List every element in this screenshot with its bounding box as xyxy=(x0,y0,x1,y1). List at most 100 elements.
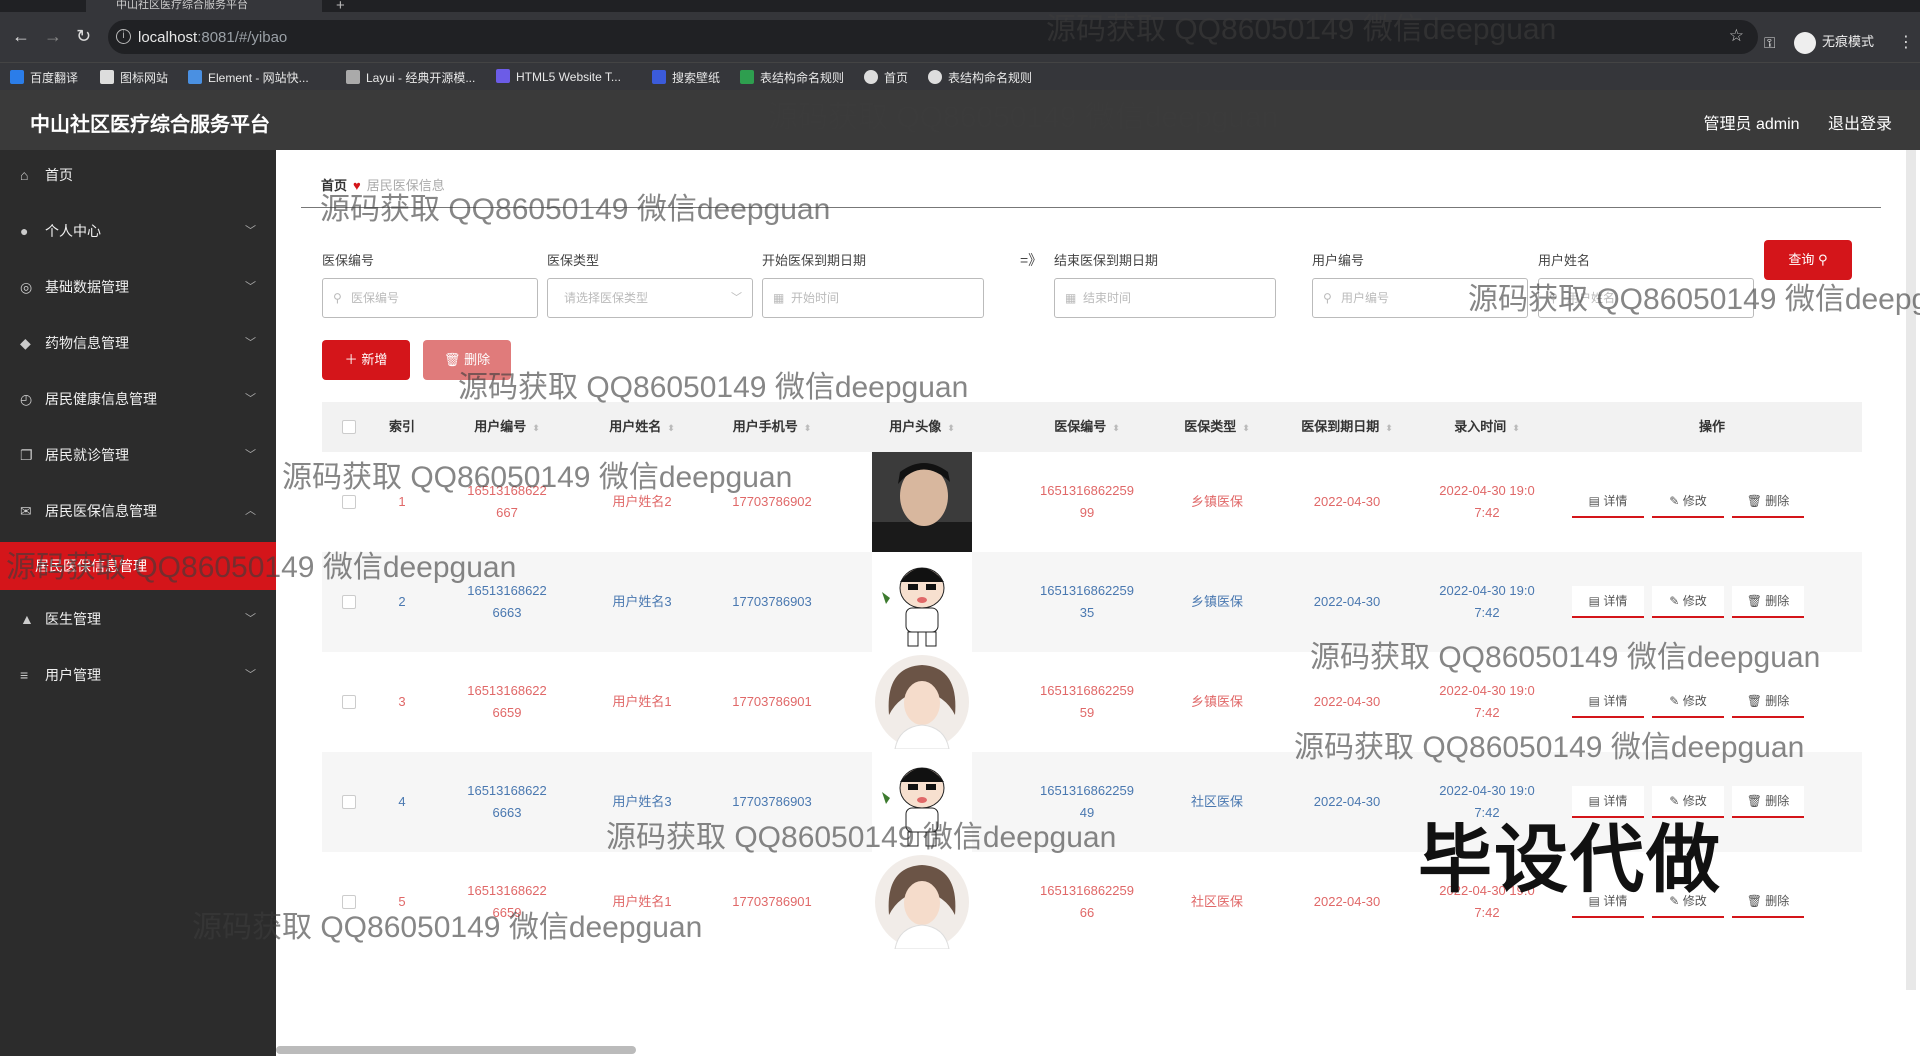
th-user-no[interactable]: 用户编号 ⬍ xyxy=(442,402,572,452)
cell-type: 社区医保 xyxy=(1190,894,1243,909)
trash-icon: 🗑︎ xyxy=(443,352,461,367)
add-button[interactable]: ＋ 新增 xyxy=(322,340,410,380)
user-no-input[interactable]: ⚲ 用户编号 xyxy=(1312,278,1528,318)
bookmark-item[interactable]: 表结构命名规则 xyxy=(740,69,844,86)
row-checkbox[interactable] xyxy=(342,895,356,909)
cell-user-name: 用户姓名1 xyxy=(612,894,672,909)
row-checkbox[interactable] xyxy=(342,495,356,509)
delete-button[interactable]: 🗑︎ 删除 xyxy=(1732,886,1804,918)
table-row[interactable]: 3 165131686226659 用户姓名1 17703786901 16513168… xyxy=(322,652,1862,752)
avatar xyxy=(872,552,972,652)
bookmark-item[interactable]: 百度翻译 xyxy=(10,69,78,86)
delete-button[interactable]: 🗑︎ 删除 xyxy=(1732,786,1804,818)
more-menu-icon[interactable]: ⋮ xyxy=(1898,32,1914,52)
globe-icon: ◎ xyxy=(20,279,33,295)
th-phone[interactable]: 用户手机号 ⬍ xyxy=(707,402,837,452)
bookmark-star-icon[interactable]: ☆ xyxy=(1729,26,1744,46)
watermark-big: 毕设代做 xyxy=(1418,818,1722,901)
detail-button[interactable]: ▤ 详情 xyxy=(1572,686,1644,718)
reload-icon[interactable]: ↻ xyxy=(76,26,91,46)
layui-icon xyxy=(346,70,360,84)
sidebar-item-profile[interactable]: ● 个人中心 ﹀ xyxy=(0,206,276,256)
pill-icon: ◆ xyxy=(20,335,31,351)
search-icon: ⚲ xyxy=(1323,291,1332,305)
sidebar-item-drugs[interactable]: ◆ 药物信息管理 ﹀ xyxy=(0,318,276,368)
end-date-input[interactable]: ▦ 结束时间 xyxy=(1054,278,1276,318)
pencil-icon: ✎ xyxy=(1669,694,1680,708)
bookmark-item[interactable]: HTML5 Website T... xyxy=(496,69,621,84)
sidebar-item-visits[interactable]: ❐ 居民就诊管理 ﹀ xyxy=(0,430,276,480)
th-created[interactable]: 录入时间 ⬍ xyxy=(1422,402,1552,452)
sidebar-item-basic-data[interactable]: ◎ 基础数据管理 ﹀ xyxy=(0,262,276,312)
user-name-input[interactable]: ⚲ 用户姓名 xyxy=(1538,278,1754,318)
sort-icon: ⬍ xyxy=(1242,423,1250,433)
bookmark-item[interactable]: 图标网站 xyxy=(100,69,168,86)
vertical-scrollbar[interactable] xyxy=(1906,150,1916,990)
detail-button[interactable]: ▤ 详情 xyxy=(1572,486,1644,518)
browser-tab[interactable]: 中山社区医疗综合服务平台 xyxy=(86,0,322,12)
horizontal-scrollbar[interactable] xyxy=(276,1046,636,1054)
sort-icon: ⬍ xyxy=(1112,423,1120,433)
bookmark-item[interactable]: 搜索壁纸 xyxy=(652,69,720,86)
table-row[interactable]: 1 16513168622667 用户姓名2 17703786902 165131686… xyxy=(322,452,1862,552)
thumb-icon: ▲ xyxy=(20,611,34,627)
table-row[interactable]: 2 165131686226663 用户姓名3 17703786903 16513168… xyxy=(322,552,1862,652)
url-input[interactable]: i localhost:8081/#/yibao ☆ xyxy=(108,20,1758,54)
cell-index: 1 xyxy=(398,494,406,509)
query-button[interactable]: 查询 ⚲ xyxy=(1764,240,1852,280)
sidebar-item-home[interactable]: ⌂ 首页 xyxy=(0,150,276,200)
cell-expire: 2022-04-30 xyxy=(1313,494,1381,509)
sort-icon: ⬍ xyxy=(803,423,812,433)
cell-user-no: 16513168622667 xyxy=(467,483,547,520)
edit-button[interactable]: ✎ 修改 xyxy=(1652,686,1724,718)
forward-icon[interactable]: → xyxy=(44,26,62,46)
th-type[interactable]: 医保类型 ⬍ xyxy=(1162,402,1272,452)
bookmark-item[interactable]: Layui - 经典开源模... xyxy=(346,69,475,86)
flag-icon xyxy=(100,70,114,84)
delete-button[interactable]: 🗑︎ 删除 xyxy=(1732,586,1804,618)
cell-created: 2022-04-30 19:07:42 xyxy=(1439,683,1535,720)
select-all-checkbox[interactable] xyxy=(342,420,356,434)
th-user-name[interactable]: 用户姓名 ⬍ xyxy=(577,402,707,452)
key-icon[interactable]: ⚿ xyxy=(1764,35,1775,52)
start-date-input[interactable]: ▦ 开始时间 xyxy=(762,278,984,318)
breadcrumb-home[interactable]: 首页 xyxy=(321,178,347,193)
bookmark-item[interactable]: Element - 网站快... xyxy=(188,69,309,86)
search-icon: ⚲ xyxy=(333,291,342,305)
logout-link[interactable]: 退出登录 xyxy=(1828,116,1892,133)
cell-created: 2022-04-30 19:07:42 xyxy=(1439,483,1535,520)
delete-button[interactable]: 🗑︎ 删除 xyxy=(1732,486,1804,518)
back-icon[interactable]: ← xyxy=(12,26,30,46)
bookmark-item[interactable]: 首页 xyxy=(864,69,908,86)
globe-icon xyxy=(864,70,878,84)
delete-button[interactable]: 🗑︎ 删除 xyxy=(1732,686,1804,718)
yibao-no-input[interactable]: ⚲ 医保编号 xyxy=(322,278,538,318)
type-label: 医保类型 xyxy=(547,253,600,268)
cell-yibao-no: 165131686225966 xyxy=(1039,883,1134,920)
row-checkbox[interactable] xyxy=(342,695,356,709)
cell-user-name: 用户姓名3 xyxy=(612,794,672,809)
incognito-indicator[interactable]: 无痕模式 xyxy=(1794,30,1874,54)
sidebar-item-insurance[interactable]: ✉ 居民医保信息管理 ︿ xyxy=(0,486,276,536)
bookmark-item[interactable]: 表结构命名规则 xyxy=(928,69,1032,86)
info-icon[interactable]: i xyxy=(116,29,131,44)
sidebar-item-health[interactable]: ◴ 居民健康信息管理 ﹀ xyxy=(0,374,276,424)
type-select[interactable]: 请选择医保类型 ﹀ xyxy=(547,278,753,318)
th-avatar[interactable]: 用户头像 ⬍ xyxy=(852,402,992,452)
th-yibao-no[interactable]: 医保编号 ⬍ xyxy=(1012,402,1162,452)
cell-expire: 2022-04-30 xyxy=(1313,694,1381,709)
chevron-down-icon: ﹀ xyxy=(245,393,256,405)
sidebar-subitem-insurance-info[interactable]: 居民医保信息管理 xyxy=(0,542,276,590)
row-checkbox[interactable] xyxy=(342,795,356,809)
edit-button[interactable]: ✎ 修改 xyxy=(1652,486,1724,518)
sidebar-item-users[interactable]: ≡ 用户管理 ﹀ xyxy=(0,650,276,700)
pencil-icon: ✎ xyxy=(1669,594,1680,608)
sidebar-item-doctors[interactable]: ▲ 医生管理 ﹀ xyxy=(0,594,276,644)
edit-button[interactable]: ✎ 修改 xyxy=(1652,586,1724,618)
batch-delete-button[interactable]: 🗑︎ 删除 xyxy=(423,340,511,380)
th-expire[interactable]: 医保到期日期 ⬍ xyxy=(1272,402,1422,452)
breadcrumb-current: 居民医保信息 xyxy=(366,178,445,193)
detail-button[interactable]: ▤ 详情 xyxy=(1572,586,1644,618)
cell-yibao-no: 165131686225999 xyxy=(1039,483,1134,520)
row-checkbox[interactable] xyxy=(342,595,356,609)
